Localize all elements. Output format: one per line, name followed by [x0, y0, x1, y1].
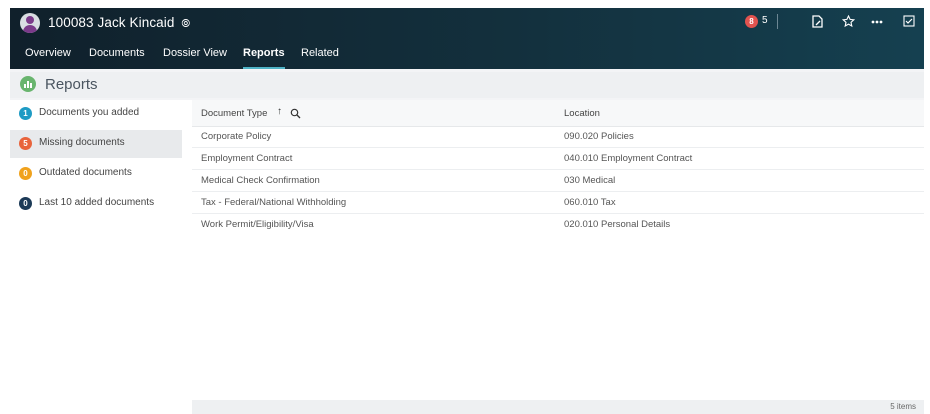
sort-ascending-icon[interactable]: ↑ — [277, 106, 282, 117]
document-type-cell: Medical Check Confirmation — [201, 175, 320, 186]
table-row[interactable]: Employment Contract 040.010 Employment C… — [192, 148, 924, 170]
count-badge: 0 — [19, 167, 32, 180]
column-header-document-type[interactable]: Document Type — [201, 108, 267, 119]
alert-icon[interactable]: 8 — [745, 15, 758, 28]
report-item-label: Documents you added — [39, 107, 140, 118]
report-list: 1 Documents you added 5 Missing document… — [10, 100, 192, 414]
search-icon[interactable] — [290, 106, 302, 119]
count-badge: 0 — [19, 197, 32, 210]
report-item-missing-documents[interactable]: 5 Missing documents — [10, 130, 182, 158]
tab-overview[interactable]: Overview — [25, 47, 71, 69]
tab-reports[interactable]: Reports — [243, 47, 285, 69]
record-header: 100083 Jack Kincaid ⦾ 8 5 Overview Docum… — [10, 8, 924, 69]
document-type-cell: Corporate Policy — [201, 131, 272, 142]
column-header-location[interactable]: Location — [564, 108, 600, 119]
location-cell: 090.020 Policies — [564, 131, 634, 142]
count-badge: 5 — [19, 137, 32, 150]
report-results: Document Type ↑ Location Corporate Polic… — [192, 100, 924, 414]
alert-count[interactable]: 5 — [762, 15, 768, 26]
report-item-label: Missing documents — [39, 137, 125, 148]
app-frame: 100083 Jack Kincaid ⦾ 8 5 Overview Docum… — [10, 8, 924, 414]
avatar[interactable] — [20, 13, 40, 33]
count-badge: 1 — [19, 107, 32, 120]
title-row: 100083 Jack Kincaid ⦾ 8 5 — [10, 8, 924, 38]
reports-chart-icon — [20, 76, 36, 92]
table-footer: 5 items — [192, 400, 924, 414]
document-sign-icon[interactable] — [810, 15, 824, 29]
record-title-text: 100083 Jack Kincaid — [48, 15, 175, 30]
record-tabs: Overview Documents Dossier View Reports … — [10, 44, 924, 69]
report-item-last-10-added-documents[interactable]: 0 Last 10 added documents — [10, 190, 182, 218]
table-row[interactable]: Work Permit/Eligibility/Visa 020.010 Per… — [192, 214, 924, 236]
tab-related[interactable]: Related — [301, 47, 339, 69]
record-title: 100083 Jack Kincaid ⦾ — [48, 15, 190, 31]
location-cell: 040.010 Employment Contract — [564, 153, 693, 164]
report-item-label: Outdated documents — [39, 167, 132, 178]
report-item-documents-you-added[interactable]: 1 Documents you added — [10, 100, 182, 128]
table-row[interactable]: Tax - Federal/National Withholding 060.0… — [192, 192, 924, 214]
more-icon[interactable] — [870, 15, 884, 29]
document-type-cell: Employment Contract — [201, 153, 293, 164]
checkbox-icon[interactable] — [902, 15, 916, 29]
item-count: 5 items — [890, 402, 916, 411]
reports-section-header: Reports — [10, 72, 924, 98]
report-item-outdated-documents[interactable]: 0 Outdated documents — [10, 160, 182, 188]
section-title: Reports — [45, 76, 98, 93]
document-type-cell: Tax - Federal/National Withholding — [201, 197, 347, 208]
location-cell: 030 Medical — [564, 175, 616, 186]
table-row[interactable]: Medical Check Confirmation 030 Medical — [192, 170, 924, 192]
table-row[interactable]: Corporate Policy 090.020 Policies — [192, 126, 924, 148]
tab-dossier-view[interactable]: Dossier View — [163, 47, 227, 69]
star-icon[interactable] — [841, 14, 855, 29]
tab-documents[interactable]: Documents — [89, 47, 145, 69]
location-cell: 060.010 Tax — [564, 197, 616, 208]
table-header: Document Type ↑ Location — [192, 100, 924, 127]
report-item-label: Last 10 added documents — [39, 197, 155, 208]
document-type-cell: Work Permit/Eligibility/Visa — [201, 219, 314, 230]
external-link-icon[interactable]: ⦾ — [181, 18, 190, 30]
toolbar-divider — [777, 14, 778, 29]
location-cell: 020.010 Personal Details — [564, 219, 671, 230]
